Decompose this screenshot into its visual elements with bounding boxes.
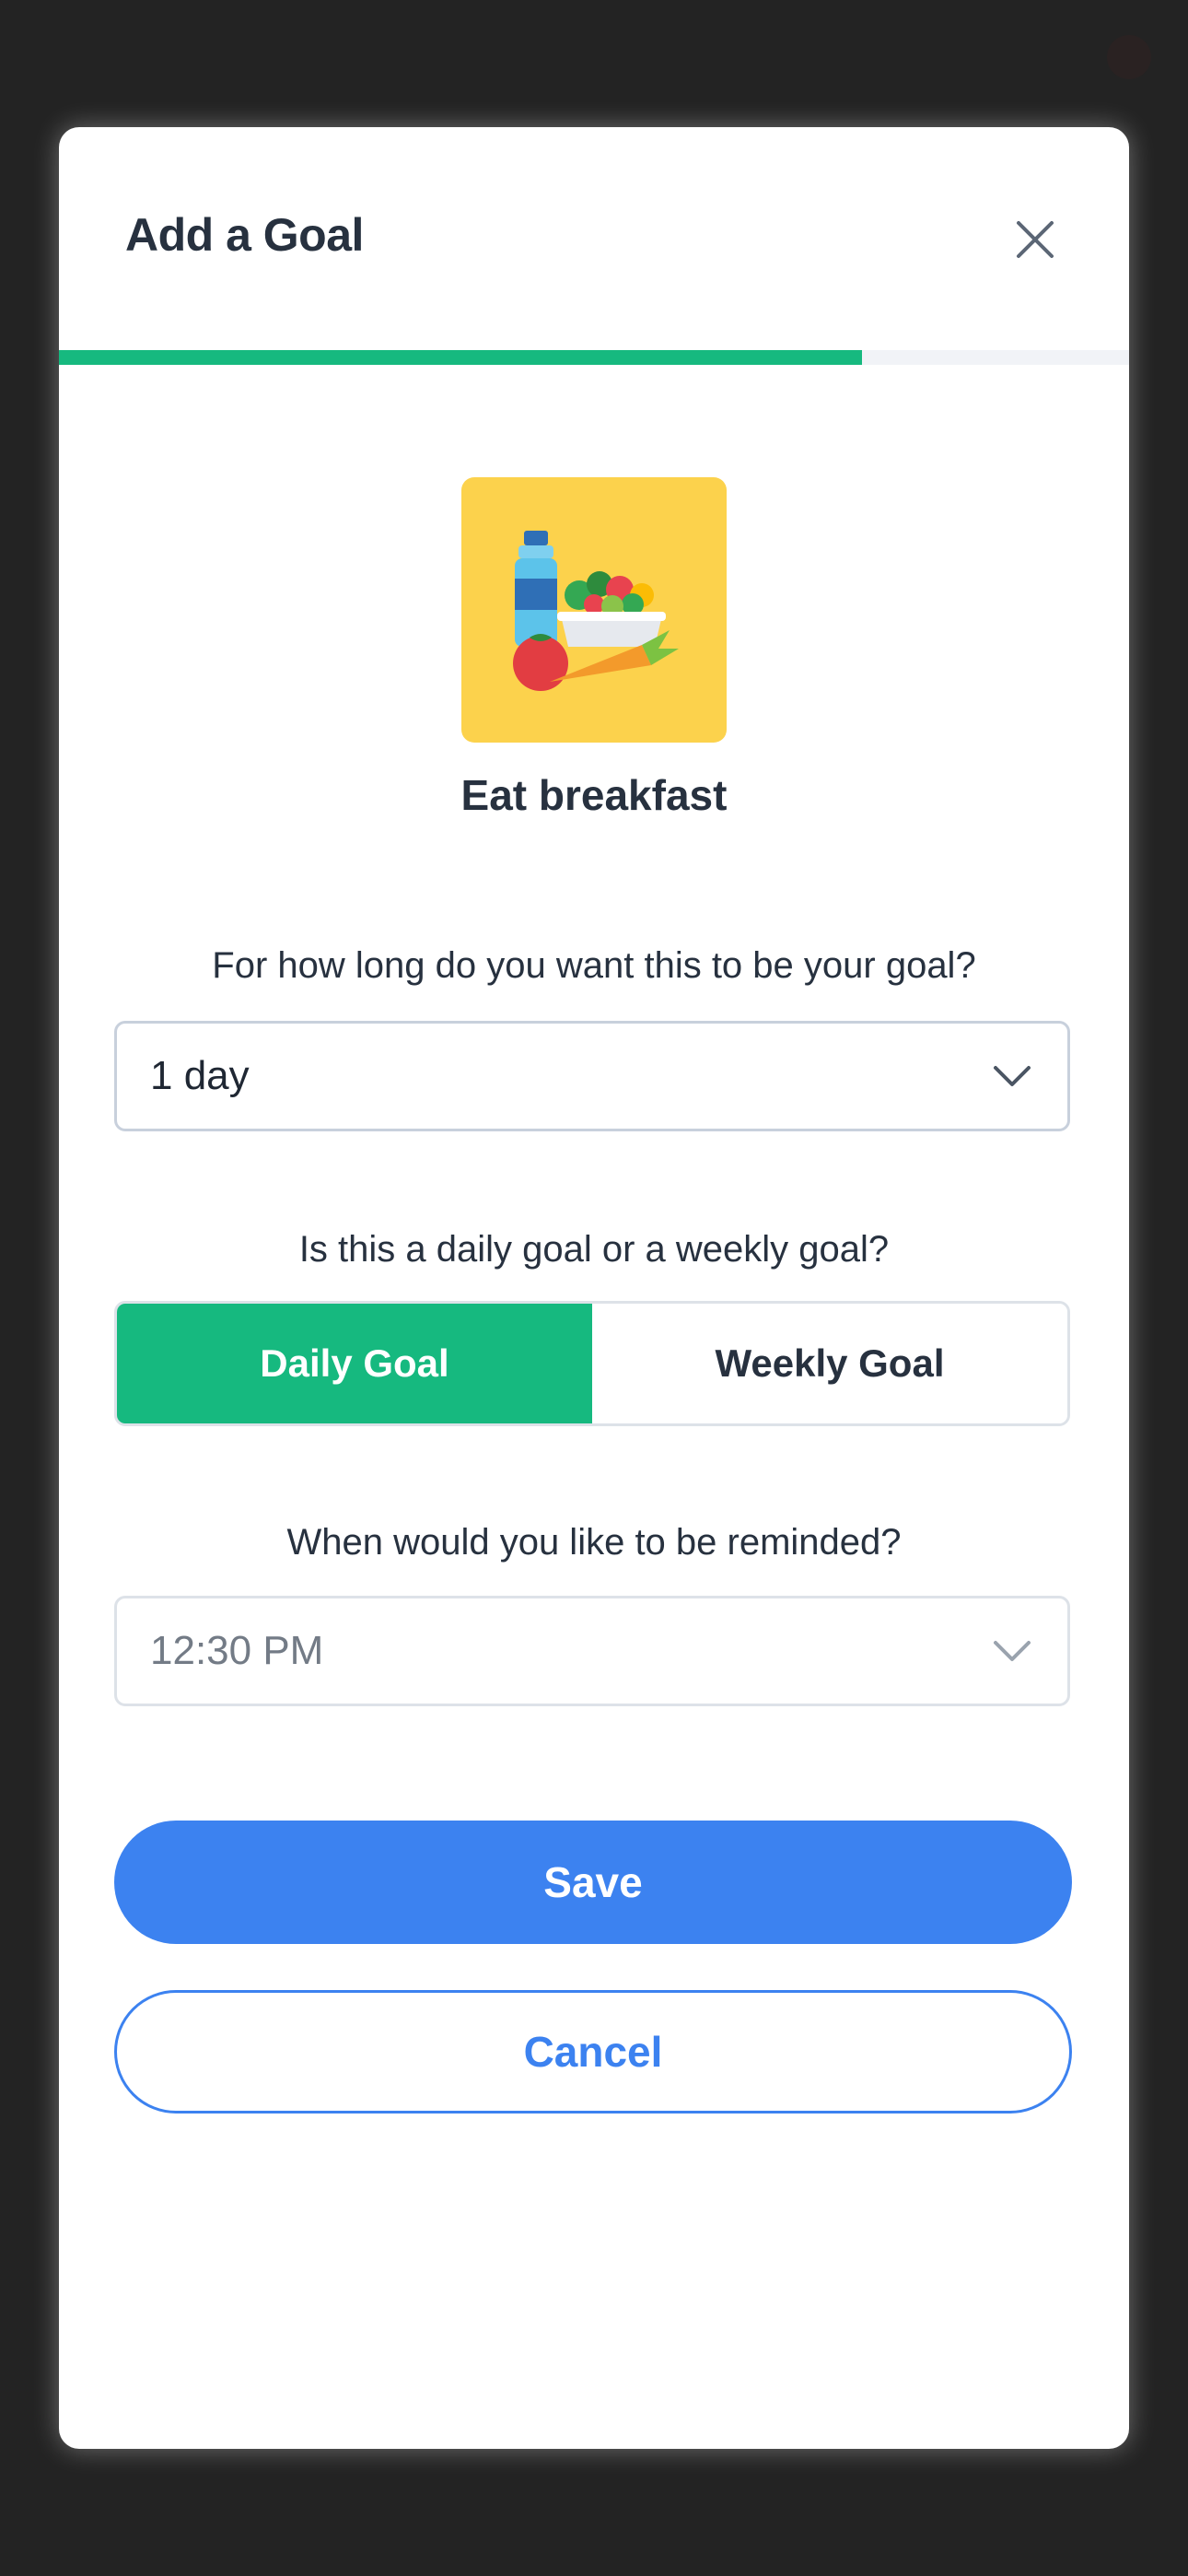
- daily-goal-option[interactable]: Daily Goal: [117, 1304, 592, 1423]
- reminder-time-placeholder: 12:30 PM: [150, 1628, 324, 1673]
- save-button[interactable]: Save: [114, 1821, 1072, 1944]
- reminder-time-select[interactable]: 12:30 PM: [114, 1596, 1070, 1706]
- duration-select[interactable]: 1 day: [114, 1021, 1070, 1131]
- cancel-button[interactable]: Cancel: [114, 1990, 1072, 2113]
- chevron-down-icon: [990, 1629, 1034, 1673]
- goal-name: Eat breakfast: [460, 771, 728, 819]
- breakfast-food-illustration: [513, 531, 679, 691]
- close-icon: [1017, 221, 1054, 258]
- chevron-down-icon: [990, 1054, 1034, 1098]
- close-button[interactable]: [1007, 212, 1063, 267]
- frequency-question: Is this a daily goal or a weekly goal?: [298, 1229, 890, 1270]
- weekly-goal-option[interactable]: Weekly Goal: [592, 1304, 1067, 1423]
- duration-select-value: 1 day: [150, 1053, 250, 1098]
- modal-header: Add a Goal: [59, 127, 1129, 350]
- duration-question: For how long do you want this to be your…: [212, 945, 976, 986]
- backdrop-indicator: [1107, 35, 1151, 79]
- progress-bar: [59, 350, 1129, 365]
- reminder-question: When would you like to be reminded?: [286, 1522, 902, 1563]
- modal-title: Add a Goal: [125, 209, 364, 261]
- add-goal-modal: Add a Goal Eat breakfast For how long do…: [59, 127, 1129, 2449]
- progress-bar-fill: [59, 350, 862, 365]
- goal-image: [461, 477, 727, 743]
- frequency-toggle: Daily Goal Weekly Goal: [114, 1301, 1070, 1426]
